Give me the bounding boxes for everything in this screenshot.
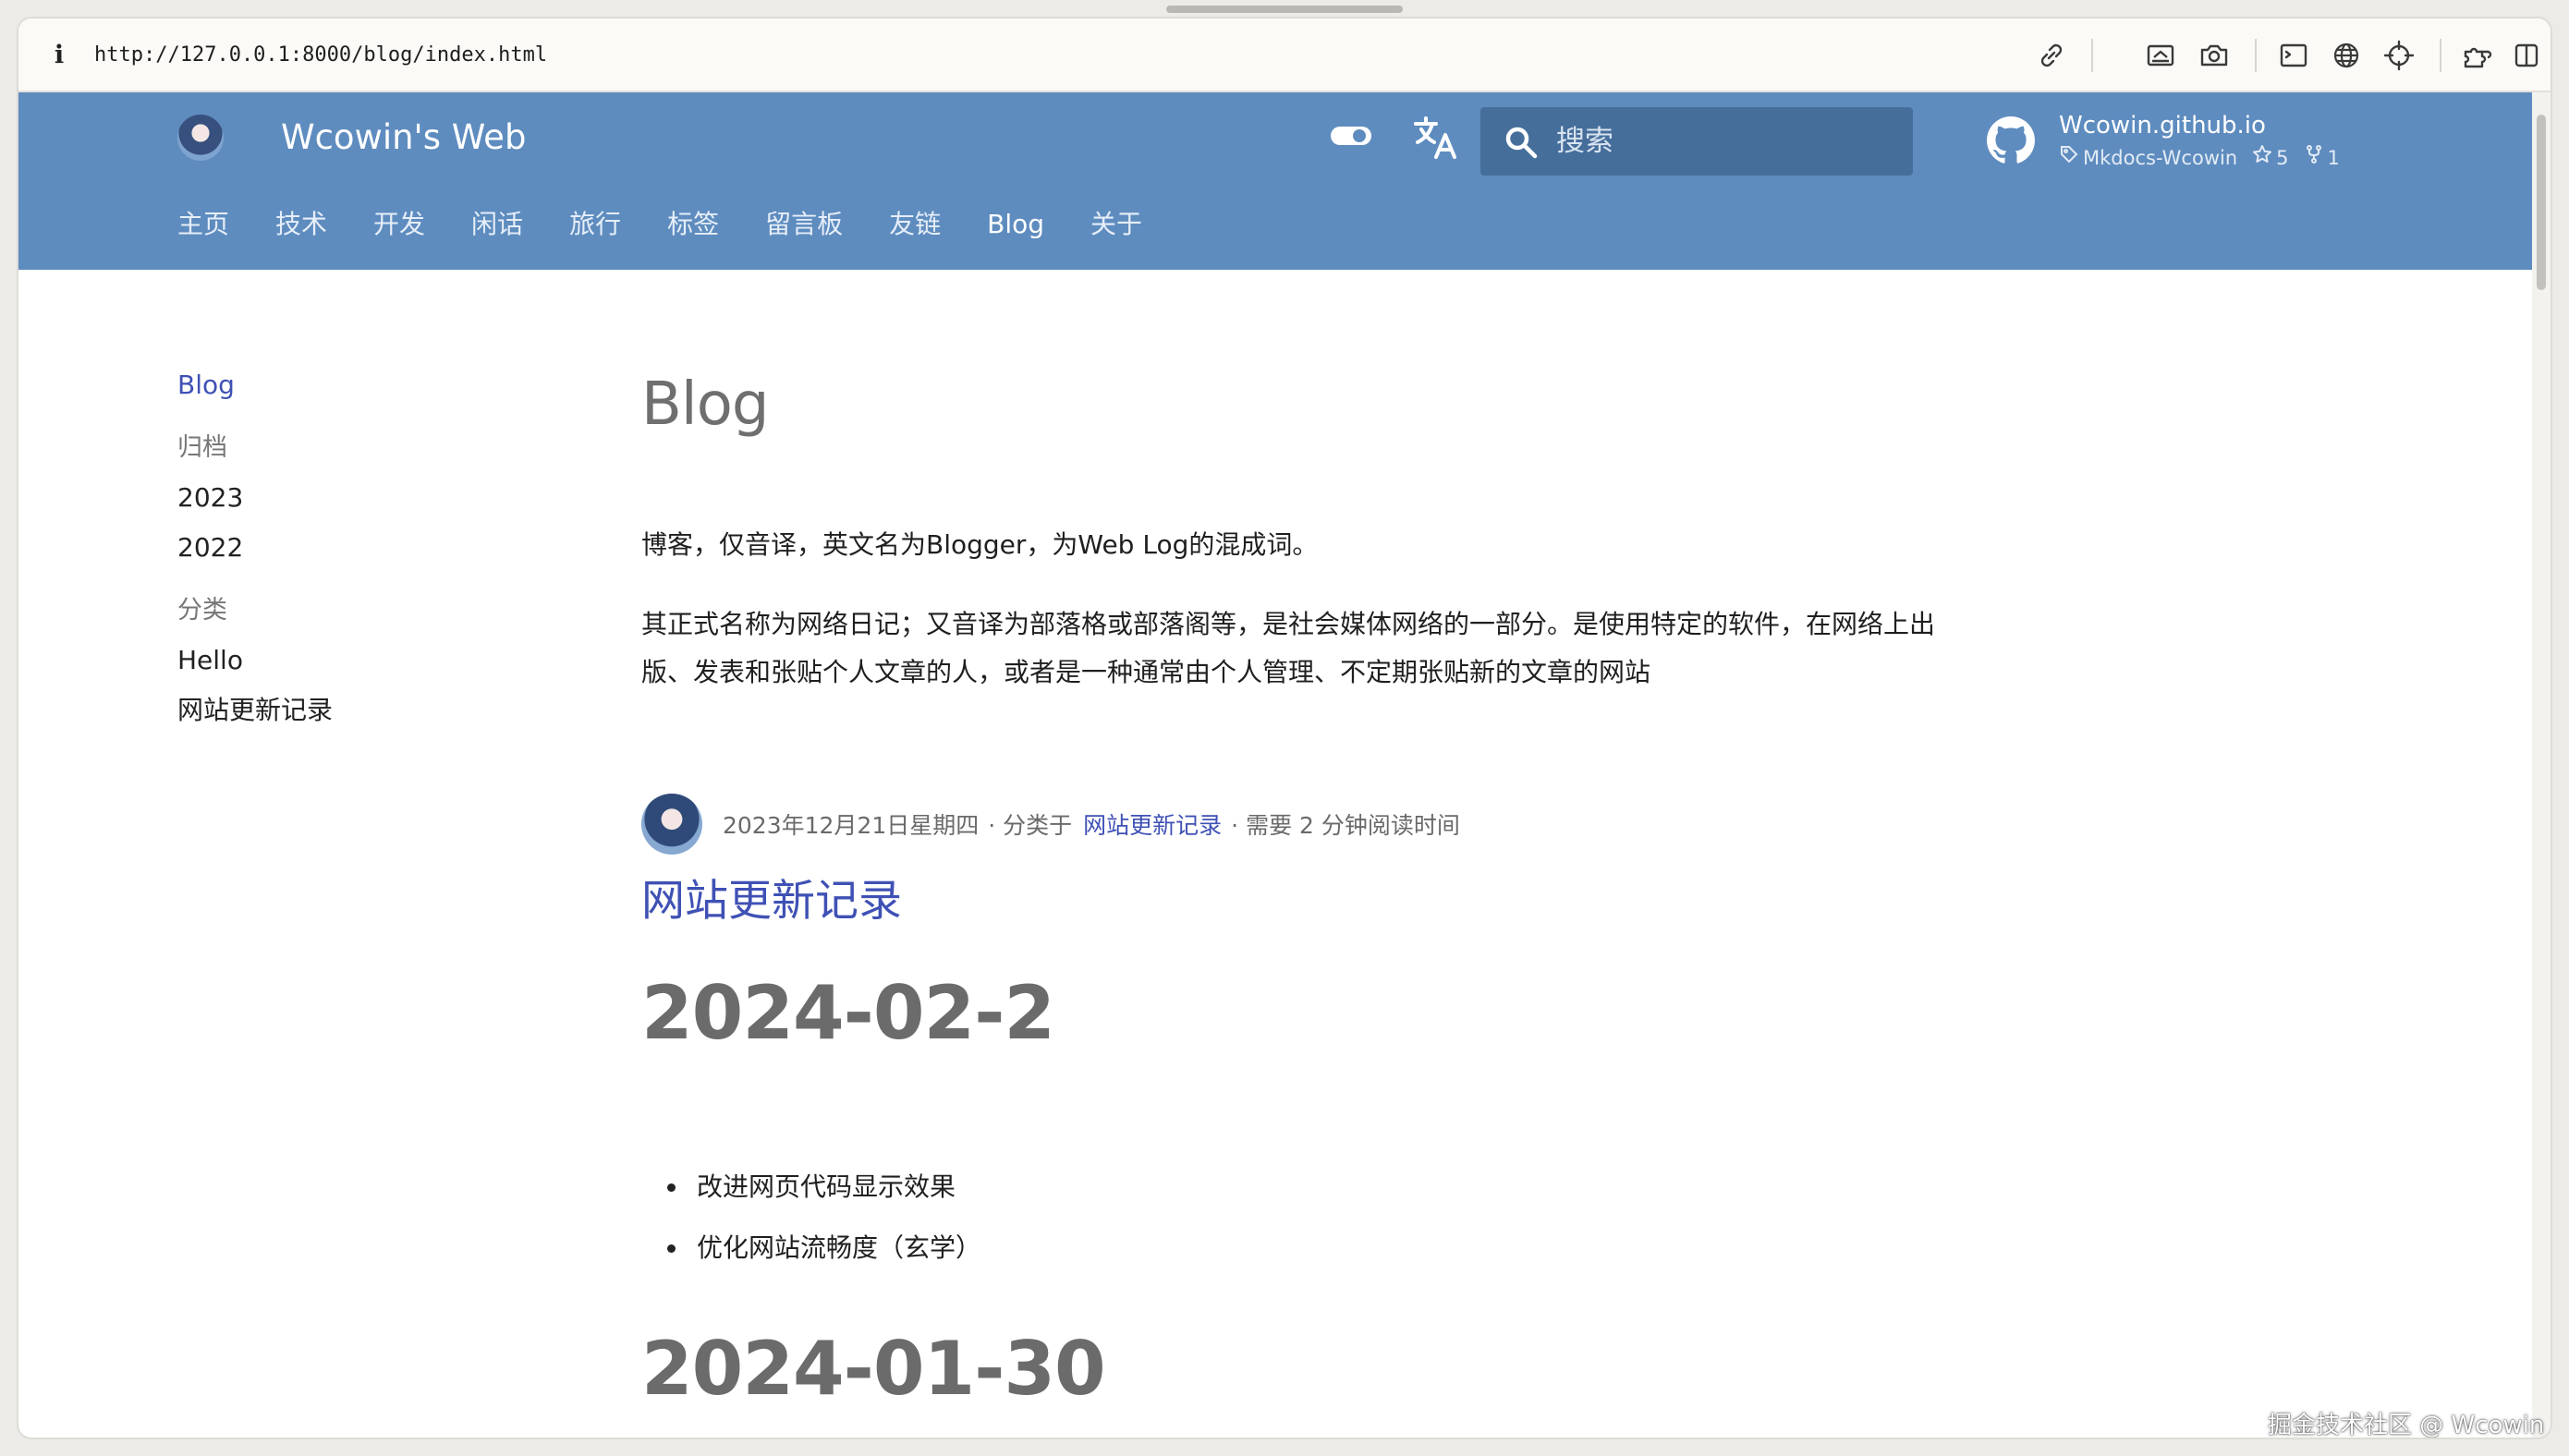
toolbar-separator	[2255, 39, 2257, 72]
window-drag-handle[interactable]	[1166, 6, 1403, 13]
info-icon[interactable]: i	[50, 41, 68, 70]
toolbar-separator	[2440, 39, 2441, 72]
blog-sidebar: Blog 归档 2023 2022 分类 Hello 网站更新记录	[177, 360, 547, 735]
tab-chat[interactable]: 闲话	[471, 201, 523, 248]
camera-icon[interactable]	[2196, 37, 2233, 74]
post-category-link[interactable]: 网站更新记录	[1083, 807, 1222, 841]
repo-stars-count: 5	[2276, 146, 2289, 169]
link-icon[interactable]	[2033, 37, 2070, 74]
repo-forks: 1	[2304, 144, 2340, 171]
intro-paragraph-1: 博客，仅音译，英文名为Blogger，为Web Log的混成词。	[641, 529, 1319, 560]
search-input[interactable]	[1556, 107, 1907, 176]
sidebar-item-blog[interactable]: Blog	[177, 360, 547, 410]
browser-window: i http://127.0.0.1:8000/blog/index.html	[18, 18, 2551, 1438]
site-title[interactable]: Wcowin's Web	[281, 115, 526, 161]
post-meta: 2023年12月21日星期四 · 分类于 网站更新记录 · 需要 2 分钟阅读时…	[641, 793, 1460, 855]
post-title-link[interactable]: 网站更新记录	[641, 867, 902, 937]
extensions-icon[interactable]	[2460, 37, 2497, 74]
theme-toggle-icon[interactable]	[1329, 122, 1373, 150]
toolbar-separator	[2091, 39, 2093, 72]
intro-paragraph-2: 其正式名称为网络日记；又音译为部落格或部落阁等，是社会媒体网络的一部分。是使用特…	[641, 609, 1936, 687]
tab-dev[interactable]: 开发	[373, 201, 425, 248]
section-heading-1: 2024-02-2	[641, 970, 1055, 1056]
repo-tag: Mkdocs-Wcowin	[2059, 144, 2237, 171]
page-scrollbar[interactable]	[2532, 92, 2551, 1438]
tab-tags[interactable]: 标签	[667, 201, 719, 248]
section-heading-2: 2024-01-30	[641, 1326, 1106, 1412]
sidebar-icon[interactable]	[2508, 37, 2545, 74]
post-read-time: · 需要 2 分钟阅读时间	[1231, 812, 1460, 839]
github-icon	[1987, 116, 2035, 164]
screenshot-icon[interactable]	[2142, 37, 2179, 74]
nav-tabs: 主页 技术 开发 闲话 旅行 标签 留言板 友链 Blog 关于	[177, 201, 1188, 248]
globe-icon[interactable]	[2328, 37, 2365, 74]
sidebar-item-2023[interactable]: 2023	[177, 473, 547, 523]
tab-guestbook[interactable]: 留言板	[765, 201, 843, 248]
main-content: Blog 博客，仅音译，英文名为Blogger，为Web Log的混成词。 其正…	[641, 360, 1954, 1412]
site-header: Wcowin's Web 搜索 Wcowin.github.io Mkdocs-…	[18, 92, 2532, 270]
update-list: 改进网页代码显示效果 优化网站流畅度（玄学）	[667, 1157, 981, 1279]
crosshair-icon[interactable]	[2380, 37, 2417, 74]
repo-tag-label: Mkdocs-Wcowin	[2083, 146, 2238, 169]
tab-links[interactable]: 友链	[889, 201, 941, 248]
url-field[interactable]: http://127.0.0.1:8000/blog/index.html	[94, 42, 547, 68]
sidebar-item-site-updates[interactable]: 网站更新记录	[177, 686, 547, 735]
archive-heading: 归档	[177, 433, 227, 462]
tab-about[interactable]: 关于	[1090, 201, 1142, 248]
list-item: 优化网站流畅度（玄学）	[667, 1218, 981, 1279]
category-heading: 分类	[177, 596, 227, 625]
tag-icon	[2059, 144, 2079, 171]
repo-stars: 5	[2252, 144, 2289, 171]
translate-icon[interactable]	[1410, 113, 1460, 163]
site-logo[interactable]	[177, 115, 224, 161]
terminal-icon[interactable]	[2275, 37, 2312, 74]
repo-name: Wcowin.github.io	[2059, 112, 2266, 140]
post-date: 2023年12月21日星期四	[723, 812, 980, 839]
sidebar-item-hello[interactable]: Hello	[177, 636, 547, 686]
page-title: Blog	[641, 370, 769, 439]
watermark: 掘金技术社区 @ Wcowin	[2268, 1412, 2545, 1438]
repo-link[interactable]: Wcowin.github.io Mkdocs-Wcowin 5 1	[1987, 111, 2523, 176]
scrollbar-thumb[interactable]	[2537, 115, 2546, 290]
star-icon	[2252, 144, 2272, 171]
repo-forks-count: 1	[2327, 146, 2340, 169]
list-item: 改进网页代码显示效果	[667, 1157, 981, 1218]
tab-home[interactable]: 主页	[177, 201, 229, 248]
repo-facts: Mkdocs-Wcowin 5 1	[2059, 144, 2340, 171]
post-category-prefix: · 分类于	[988, 812, 1073, 839]
tab-tech[interactable]: 技术	[275, 201, 327, 248]
author-avatar	[641, 794, 702, 855]
tab-blog[interactable]: Blog	[987, 201, 1044, 248]
fork-icon	[2304, 144, 2324, 171]
search-icon	[1503, 124, 1540, 161]
search-box[interactable]	[1480, 107, 1913, 176]
tab-travel[interactable]: 旅行	[569, 201, 621, 248]
address-bar: i http://127.0.0.1:8000/blog/index.html	[18, 18, 2551, 92]
sidebar-item-2022[interactable]: 2022	[177, 523, 547, 573]
